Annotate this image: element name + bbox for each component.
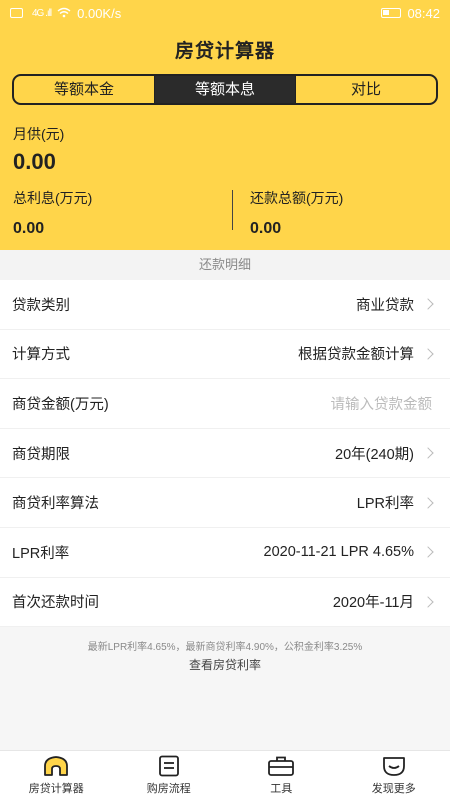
sim-icon (10, 8, 23, 18)
chevron-right-icon (422, 348, 434, 360)
discover-icon (381, 755, 407, 777)
total-repayment: 还款总额(万元) 0.00 (250, 188, 343, 238)
tab-purchase-process[interactable]: 购房流程 (113, 751, 226, 800)
row-label: 商贷利率算法 (12, 496, 99, 513)
row-calc-method[interactable]: 计算方式 根据贷款金额计算 (0, 330, 450, 380)
bottom-tab-bar: 房贷计算器 购房流程 工具 发现更多 (0, 750, 450, 800)
total-repayment-value: 0.00 (250, 220, 282, 237)
row-label: 首次还款时间 (12, 595, 99, 612)
row-label: 贷款类别 (12, 297, 70, 314)
tab-equal-principal[interactable]: 等额本金 (14, 76, 155, 103)
settings-list: 贷款类别 商业贷款 计算方式 根据贷款金额计算 商贷金额(万元) 请输入贷款金额… (0, 280, 450, 628)
monthly-payment-value: 0.00 (13, 149, 56, 174)
summary-divider (232, 190, 233, 230)
row-loan-term[interactable]: 商贷期限 20年(240期) (0, 429, 450, 479)
monthly-payment-label: 月供(元) (13, 126, 65, 142)
row-label: LPR利率 (12, 545, 70, 562)
row-label: 商贷期限 (12, 446, 70, 463)
tab-tools[interactable]: 工具 (225, 751, 338, 800)
home-icon (42, 755, 70, 777)
document-icon (157, 755, 181, 777)
method-segmented-control: 等额本金 等额本息 对比 (12, 74, 438, 105)
tab-label: 发现更多 (371, 783, 416, 795)
total-repayment-label: 还款总额(万元) (250, 190, 344, 206)
battery-icon (381, 8, 402, 18)
row-value: 商业贷款 (356, 297, 414, 314)
tab-equal-installment[interactable]: 等额本息 (155, 76, 296, 103)
briefcase-icon (267, 755, 295, 777)
header-panel: 4G .ıll 0.00K/s 08:42 房贷计算器 等额本金 等额本息 对比… (0, 0, 450, 250)
chevron-right-icon (422, 596, 434, 608)
status-bar: 4G .ıll 0.00K/s 08:42 (0, 0, 450, 26)
tab-compare[interactable]: 对比 (296, 76, 436, 103)
total-interest-value: 0.00 (13, 220, 45, 237)
loan-amount-input[interactable]: 请输入贷款金额 (331, 393, 433, 414)
section-title: 还款明细 (0, 250, 450, 280)
row-value: 2020-11-21 LPR 4.65% (263, 544, 414, 561)
clock: 08:42 (407, 5, 440, 21)
tab-label: 购房流程 (146, 783, 191, 795)
network-speed: 0.00K/s (77, 5, 122, 21)
page-title: 房贷计算器 (174, 41, 275, 62)
total-interest-label: 总利息(万元) (13, 190, 93, 206)
row-label: 计算方式 (12, 347, 70, 364)
row-value: LPR利率 (356, 496, 414, 513)
wifi-icon (57, 6, 71, 21)
chevron-right-icon (422, 447, 434, 459)
row-value: 根据贷款金额计算 (298, 347, 414, 364)
total-interest: 总利息(万元) 0.00 (13, 188, 92, 238)
rate-note: 最新LPR利率4.65%，最新商贷利率4.90%，公积金利率3.25% (87, 642, 363, 653)
row-loan-amount[interactable]: 商贷金额(万元) 请输入贷款金额 (0, 379, 450, 429)
chevron-right-icon (422, 298, 434, 310)
row-rate-method[interactable]: 商贷利率算法 LPR利率 (0, 478, 450, 528)
tab-label: 房贷计算器 (28, 783, 84, 795)
chevron-right-icon (422, 546, 434, 558)
row-lpr-rate[interactable]: LPR利率 2020-11-21 LPR 4.65% (0, 528, 450, 578)
row-value: 2020年-11月 (332, 595, 414, 612)
view-rates-link[interactable]: 查看房贷利率 (0, 656, 450, 673)
row-value: 20年(240期) (335, 446, 414, 463)
tab-mortgage-calculator[interactable]: 房贷计算器 (0, 751, 113, 800)
signal-icon: 4G .ıll (32, 7, 52, 19)
row-label: 商贷金额(万元) (12, 396, 109, 413)
tab-label: 工具 (270, 783, 293, 795)
tab-discover-more[interactable]: 发现更多 (338, 751, 450, 800)
row-first-payment[interactable]: 首次还款时间 2020年-11月 (0, 578, 450, 628)
chevron-right-icon (422, 497, 434, 509)
row-loan-type[interactable]: 贷款类别 商业贷款 (0, 280, 450, 330)
